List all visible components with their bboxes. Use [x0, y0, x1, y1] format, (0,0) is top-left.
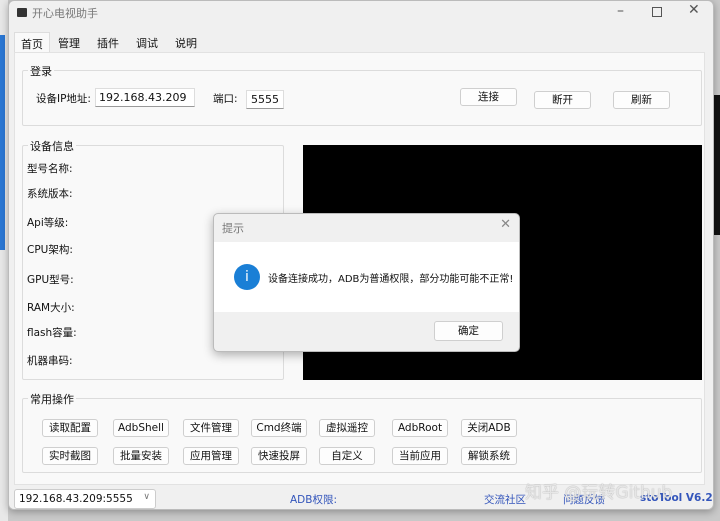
login-title: 登录 — [28, 63, 54, 79]
device-info-title: 设备信息 — [28, 138, 76, 154]
ip-input[interactable]: 192.168.43.209 — [95, 88, 195, 107]
close-icon[interactable]: ✕ — [688, 2, 700, 18]
gpu-label: GPU型号: — [27, 274, 74, 286]
port-label: 端口: — [213, 93, 238, 105]
info-icon: i — [234, 264, 260, 290]
flash-label: flash容量: — [27, 327, 77, 339]
connect-button[interactable]: 连接 — [460, 88, 517, 106]
app-manager-button[interactable]: 应用管理 — [183, 447, 239, 465]
window-title: 开心电视助手 — [32, 7, 98, 20]
file-manager-button[interactable]: 文件管理 — [183, 419, 239, 437]
refresh-button[interactable]: 刷新 — [613, 91, 670, 109]
cpu-label: CPU架构: — [27, 244, 73, 256]
tab-plugins[interactable]: 插件 — [91, 32, 125, 52]
virtual-remote-button[interactable]: 虚拟遥控 — [319, 419, 375, 437]
device-select-value: 192.168.43.209:5555 — [19, 493, 133, 505]
tab-help[interactable]: 说明 — [169, 32, 203, 52]
info-dialog: 提示 ✕ i 设备连接成功，ADB为普通权限，部分功能可能不正常! 确定 — [213, 213, 520, 352]
adbshell-button[interactable]: AdbShell — [113, 419, 169, 437]
ram-label: RAM大小: — [27, 302, 75, 314]
adb-permission-label: ADB权限: — [290, 494, 338, 506]
tab-manage[interactable]: 管理 — [52, 32, 86, 52]
background-app — [0, 0, 8, 521]
api-level-label: Api等级: — [27, 217, 69, 229]
model-label: 型号名称: — [27, 163, 73, 175]
minimize-icon[interactable]: – — [617, 3, 624, 19]
maximize-icon[interactable] — [652, 7, 662, 17]
current-app-button[interactable]: 当前应用 — [392, 447, 448, 465]
app-icon — [17, 8, 27, 17]
close-adb-button[interactable]: 关闭ADB — [461, 419, 517, 437]
dialog-close-icon[interactable]: ✕ — [500, 217, 511, 232]
tab-debug[interactable]: 调试 — [130, 32, 164, 52]
ok-button[interactable]: 确定 — [434, 321, 503, 341]
dialog-body: i 设备连接成功，ADB为普通权限，部分功能可能不正常! — [214, 242, 519, 312]
ip-label: 设备IP地址: — [36, 93, 91, 105]
community-link[interactable]: 交流社区 — [484, 492, 526, 507]
adbroot-button[interactable]: AdbRoot — [392, 419, 448, 437]
unlock-system-button[interactable]: 解锁系统 — [461, 447, 517, 465]
chevron-down-icon: ∨ — [143, 492, 150, 502]
custom-button[interactable]: 自定义 — [319, 447, 375, 465]
watermark: 知乎 @玩转Github — [525, 483, 673, 503]
tab-home[interactable]: 首页 — [14, 32, 50, 52]
quick-cast-button[interactable]: 快速投屏 — [251, 447, 307, 465]
disconnect-button[interactable]: 断开 — [534, 91, 591, 109]
device-select[interactable]: 192.168.43.209:5555 ∨ — [14, 489, 156, 509]
read-config-button[interactable]: 读取配置 — [42, 419, 98, 437]
serial-label: 机器串码: — [27, 355, 73, 367]
batch-install-button[interactable]: 批量安装 — [113, 447, 169, 465]
port-input[interactable]: 5555 — [246, 90, 284, 109]
system-version-label: 系统版本: — [27, 188, 73, 200]
operations-title: 常用操作 — [28, 391, 76, 407]
dialog-message: 设备连接成功，ADB为普通权限，部分功能可能不正常! — [268, 274, 514, 285]
background-app — [714, 95, 720, 235]
dialog-title: 提示 — [222, 222, 244, 235]
cmd-terminal-button[interactable]: Cmd终端 — [251, 419, 307, 437]
background-app-bar — [0, 35, 5, 250]
screenshot-button[interactable]: 实时截图 — [42, 447, 98, 465]
